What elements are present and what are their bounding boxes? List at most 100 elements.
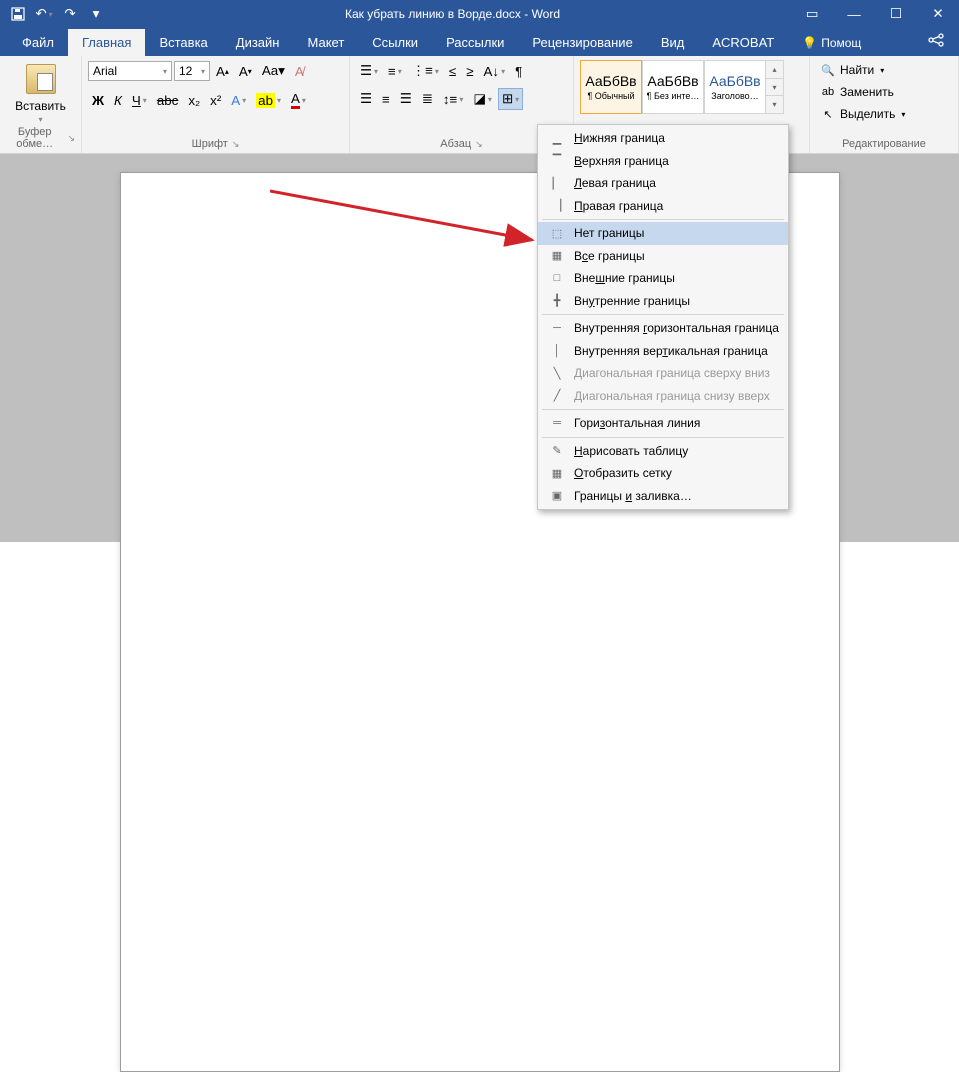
- tab-home[interactable]: Главная: [68, 29, 145, 56]
- menu-view-gridlines[interactable]: ▦Отобразить сетку: [538, 462, 788, 485]
- justify-button[interactable]: ≣: [418, 88, 437, 110]
- minimize-button[interactable]: ―: [833, 0, 875, 28]
- group-label-clipboard: Буфер обме…: [6, 126, 63, 150]
- diag-down-icon: ╲: [546, 365, 568, 381]
- group-label-editing: Редактирование: [842, 138, 926, 150]
- clear-formatting-button[interactable]: A̸: [291, 61, 308, 82]
- underline-button[interactable]: Ч: [128, 90, 151, 111]
- menu-diag-up-border: ╱Диагональная граница снизу вверх: [538, 385, 788, 408]
- close-button[interactable]: ✕: [917, 0, 959, 28]
- font-name-combo[interactable]: Arial: [88, 61, 172, 81]
- menu-inside-borders[interactable]: ╋Внутренние границы: [538, 290, 788, 313]
- clipboard-launcher[interactable]: ↘: [67, 133, 75, 144]
- italic-button[interactable]: К: [110, 90, 126, 111]
- inside-h-icon: ─: [546, 320, 568, 336]
- menu-outside-borders[interactable]: □Внешние границы: [538, 267, 788, 290]
- document-title: Как убрать линию в Ворде.docx - Word: [114, 7, 791, 21]
- increase-indent-button[interactable]: ≥: [462, 61, 477, 82]
- quick-access-toolbar: ↶ ↷ ▾: [0, 2, 114, 26]
- share-button[interactable]: [913, 27, 959, 56]
- font-color-button[interactable]: A: [287, 88, 310, 112]
- numbering-button[interactable]: ≡: [384, 61, 406, 82]
- borders-button[interactable]: ⊞: [498, 88, 523, 110]
- change-case-button[interactable]: Aa▾: [258, 60, 289, 82]
- menu-inside-h-border[interactable]: ─Внутренняя горизонтальная граница: [538, 317, 788, 340]
- highlight-button[interactable]: ab: [252, 90, 285, 111]
- style-no-spacing[interactable]: АаБбВв ¶ Без инте…: [642, 60, 704, 114]
- tab-insert[interactable]: Вставка: [145, 29, 221, 56]
- undo-button[interactable]: ↶: [32, 2, 56, 26]
- shading-button[interactable]: ◪: [469, 88, 496, 110]
- replace-icon: ab: [820, 84, 836, 100]
- menu-right-border[interactable]: ▕Правая граница: [538, 195, 788, 218]
- inside-v-icon: │: [546, 343, 568, 359]
- borders-dialog-icon: ▣: [546, 488, 568, 504]
- redo-button[interactable]: ↷: [58, 2, 82, 26]
- select-button[interactable]: ↖Выделить▾: [816, 104, 909, 124]
- decrease-indent-button[interactable]: ≤: [445, 61, 460, 82]
- hline-icon: ═: [546, 415, 568, 431]
- align-center-button[interactable]: ≡: [378, 89, 394, 110]
- tab-mailings[interactable]: Рассылки: [432, 29, 518, 56]
- align-left-button[interactable]: ☰: [356, 88, 376, 110]
- subscript-button[interactable]: x₂: [184, 90, 204, 111]
- paste-label: Вставить: [15, 99, 66, 113]
- menu-borders-and-shading[interactable]: ▣Границы и заливка…: [538, 485, 788, 508]
- styles-gallery-more[interactable]: ▴▾▾: [766, 60, 784, 114]
- show-marks-button[interactable]: ¶: [511, 61, 526, 82]
- bottom-border-icon: ▁: [546, 130, 568, 146]
- outside-borders-icon: □: [546, 270, 568, 286]
- maximize-button[interactable]: ☐: [875, 0, 917, 28]
- superscript-button[interactable]: x²: [206, 90, 225, 111]
- paragraph-launcher[interactable]: ↘: [475, 139, 483, 150]
- tab-acrobat[interactable]: ACROBAT: [698, 29, 788, 56]
- tab-references[interactable]: Ссылки: [358, 29, 432, 56]
- text-effects-button[interactable]: A: [227, 90, 250, 111]
- font-size-combo[interactable]: 12: [174, 61, 210, 81]
- font-launcher[interactable]: ↘: [232, 139, 240, 150]
- group-label-font: Шрифт: [192, 138, 228, 150]
- bullets-button[interactable]: ☰: [356, 60, 382, 82]
- inside-borders-icon: ╋: [546, 293, 568, 309]
- sort-button[interactable]: A↓: [480, 61, 510, 82]
- replace-button[interactable]: abЗаменить: [816, 82, 909, 102]
- decrease-font-button[interactable]: A▾: [235, 61, 256, 82]
- pencil-icon: ✎: [546, 443, 568, 459]
- tell-me[interactable]: 💡Помощ: [788, 30, 875, 56]
- menu-top-border[interactable]: ▔Верхняя граница: [538, 150, 788, 173]
- diag-up-icon: ╱: [546, 388, 568, 404]
- paste-button[interactable]: [22, 61, 60, 97]
- tab-file[interactable]: Файл: [8, 29, 68, 56]
- cursor-icon: ↖: [820, 106, 836, 122]
- strikethrough-button[interactable]: abc: [153, 90, 183, 111]
- multilevel-button[interactable]: ⋮≡: [408, 60, 443, 82]
- save-button[interactable]: [6, 2, 30, 26]
- bold-button[interactable]: Ж: [88, 90, 108, 111]
- tab-layout[interactable]: Макет: [293, 29, 358, 56]
- menu-diag-down-border: ╲Диагональная граница сверху вниз: [538, 362, 788, 385]
- search-icon: 🔍: [820, 62, 836, 78]
- menu-no-border[interactable]: ⬚Нет границы: [538, 222, 788, 245]
- menu-inside-v-border[interactable]: │Внутренняя вертикальная граница: [538, 340, 788, 363]
- menu-bottom-border[interactable]: ▁ННижняя границаижняя граница: [538, 127, 788, 150]
- tab-review[interactable]: Рецензирование: [518, 29, 646, 56]
- increase-font-button[interactable]: A▴: [212, 61, 233, 82]
- annotation-arrow: [270, 187, 550, 257]
- grid-icon: ▦: [546, 465, 568, 481]
- qat-more-button[interactable]: ▾: [84, 2, 108, 26]
- ribbon-display-button[interactable]: ▭: [791, 0, 833, 28]
- ribbon-tabs: Файл Главная Вставка Дизайн Макет Ссылки…: [0, 28, 959, 56]
- menu-horizontal-line[interactable]: ═Горизонтальная линия: [538, 412, 788, 435]
- menu-all-borders[interactable]: ▦Все границы: [538, 245, 788, 268]
- tab-design[interactable]: Дизайн: [222, 29, 294, 56]
- menu-draw-table[interactable]: ✎Нарисовать таблицу: [538, 440, 788, 463]
- style-heading1[interactable]: АаБбВв Заголово…: [704, 60, 766, 114]
- line-spacing-button[interactable]: ↕≡: [439, 89, 467, 110]
- style-normal[interactable]: АаБбВв ¶ Обычный: [580, 60, 642, 114]
- find-button[interactable]: 🔍Найти▾: [816, 60, 909, 80]
- align-right-button[interactable]: ☰: [396, 88, 416, 110]
- borders-dropdown: ▁ННижняя границаижняя граница ▔Верхняя г…: [537, 124, 789, 510]
- top-border-icon: ▔: [546, 153, 568, 169]
- menu-left-border[interactable]: ▏Левая граница: [538, 172, 788, 195]
- tab-view[interactable]: Вид: [647, 29, 699, 56]
